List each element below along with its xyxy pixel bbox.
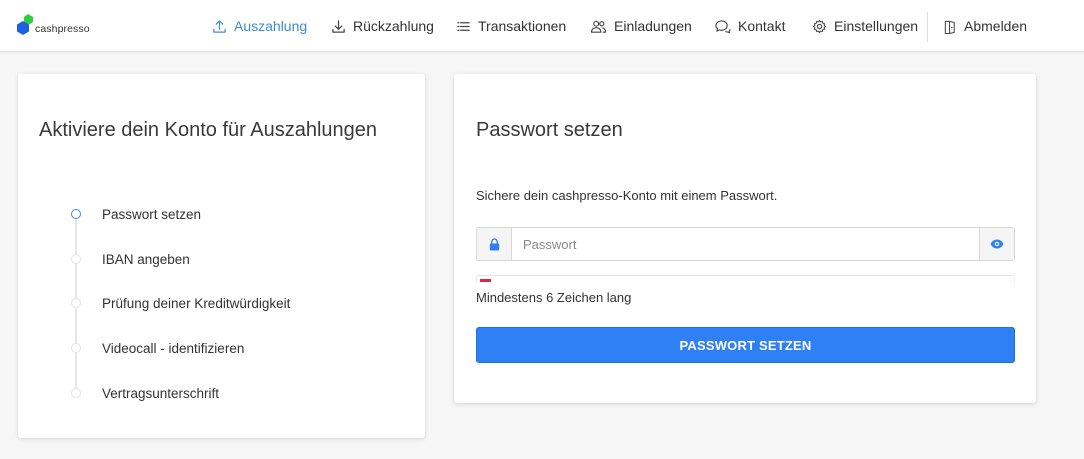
step-indicator <box>71 254 81 264</box>
password-input[interactable] <box>512 228 979 260</box>
password-input-group <box>476 227 1015 261</box>
step-indicator-current <box>71 209 81 219</box>
top-navbar: cashpresso Auszahlung Rückzahlung Transa… <box>0 0 1084 52</box>
password-strength-meter <box>476 275 1015 283</box>
step-item: IBAN angeben <box>71 249 190 269</box>
eye-icon <box>990 239 1004 249</box>
list-icon <box>457 21 470 31</box>
upload-icon <box>213 19 226 33</box>
nav-item-abmelden[interactable]: Abmelden <box>943 0 1027 52</box>
gear-icon <box>812 19 827 33</box>
lock-icon <box>489 237 499 250</box>
nav-item-einstellungen[interactable]: Einstellungen <box>812 0 918 52</box>
toggle-visibility-button[interactable] <box>979 228 1014 260</box>
logo-text: cashpresso <box>35 23 90 35</box>
step-indicator <box>71 388 81 398</box>
step-indicator <box>71 343 81 353</box>
nav-item-kontakt[interactable]: Kontakt <box>714 0 785 52</box>
nav-item-einladungen[interactable]: Einladungen <box>590 0 692 52</box>
step-indicator <box>71 298 81 308</box>
step-label: Prüfung deiner Kreditwürdigkeit <box>102 295 291 311</box>
step-label: Videocall - identifizieren <box>102 340 245 356</box>
password-hint: Mindestens 6 Zeichen lang <box>476 290 632 305</box>
password-prefix <box>477 228 512 260</box>
nav-label: Abmelden <box>964 18 1028 34</box>
nav-divider <box>927 12 928 42</box>
nav-item-transaktionen[interactable]: Transaktionen <box>456 0 566 52</box>
door-icon <box>944 20 955 34</box>
step-item: Passwort setzen <box>71 204 201 224</box>
nav-label: Einladungen <box>614 18 692 34</box>
nav-label: Kontakt <box>738 18 786 34</box>
activation-card: Aktiviere dein Konto für Auszahlungen Pa… <box>18 74 425 438</box>
nav-label: Einstellungen <box>834 18 919 34</box>
logo-mark-icon <box>17 14 33 35</box>
password-title: Passwort setzen <box>476 119 623 141</box>
users-icon <box>590 20 607 33</box>
chat-icon <box>715 19 731 33</box>
step-item: Prüfung deiner Kreditwürdigkeit <box>71 293 290 313</box>
nav-label: Auszahlung <box>234 18 308 34</box>
nav-item-rueckzahlung[interactable]: Rückzahlung <box>331 0 434 52</box>
nav-label: Rückzahlung <box>353 18 434 34</box>
download-icon <box>332 19 345 33</box>
nav-item-auszahlung[interactable]: Auszahlung <box>212 0 307 52</box>
activation-title: Aktiviere dein Konto für Auszahlungen <box>39 119 377 141</box>
cashpresso-logo[interactable]: cashpresso <box>16 11 90 39</box>
set-password-button[interactable]: PASSWORT SETZEN <box>476 327 1015 363</box>
step-label: IBAN angeben <box>102 251 190 267</box>
password-strength-fill <box>480 279 491 282</box>
step-item: Vertragsunterschrift <box>71 383 219 403</box>
step-label: Vertragsunterschrift <box>102 385 220 401</box>
password-card: Passwort setzen Sichere dein cashpresso-… <box>454 74 1036 403</box>
nav-label: Transaktionen <box>478 18 567 34</box>
step-label: Passwort setzen <box>102 206 202 222</box>
step-item: Videocall - identifizieren <box>71 338 244 358</box>
password-description: Sichere dein cashpresso-Konto mit einem … <box>476 188 778 203</box>
